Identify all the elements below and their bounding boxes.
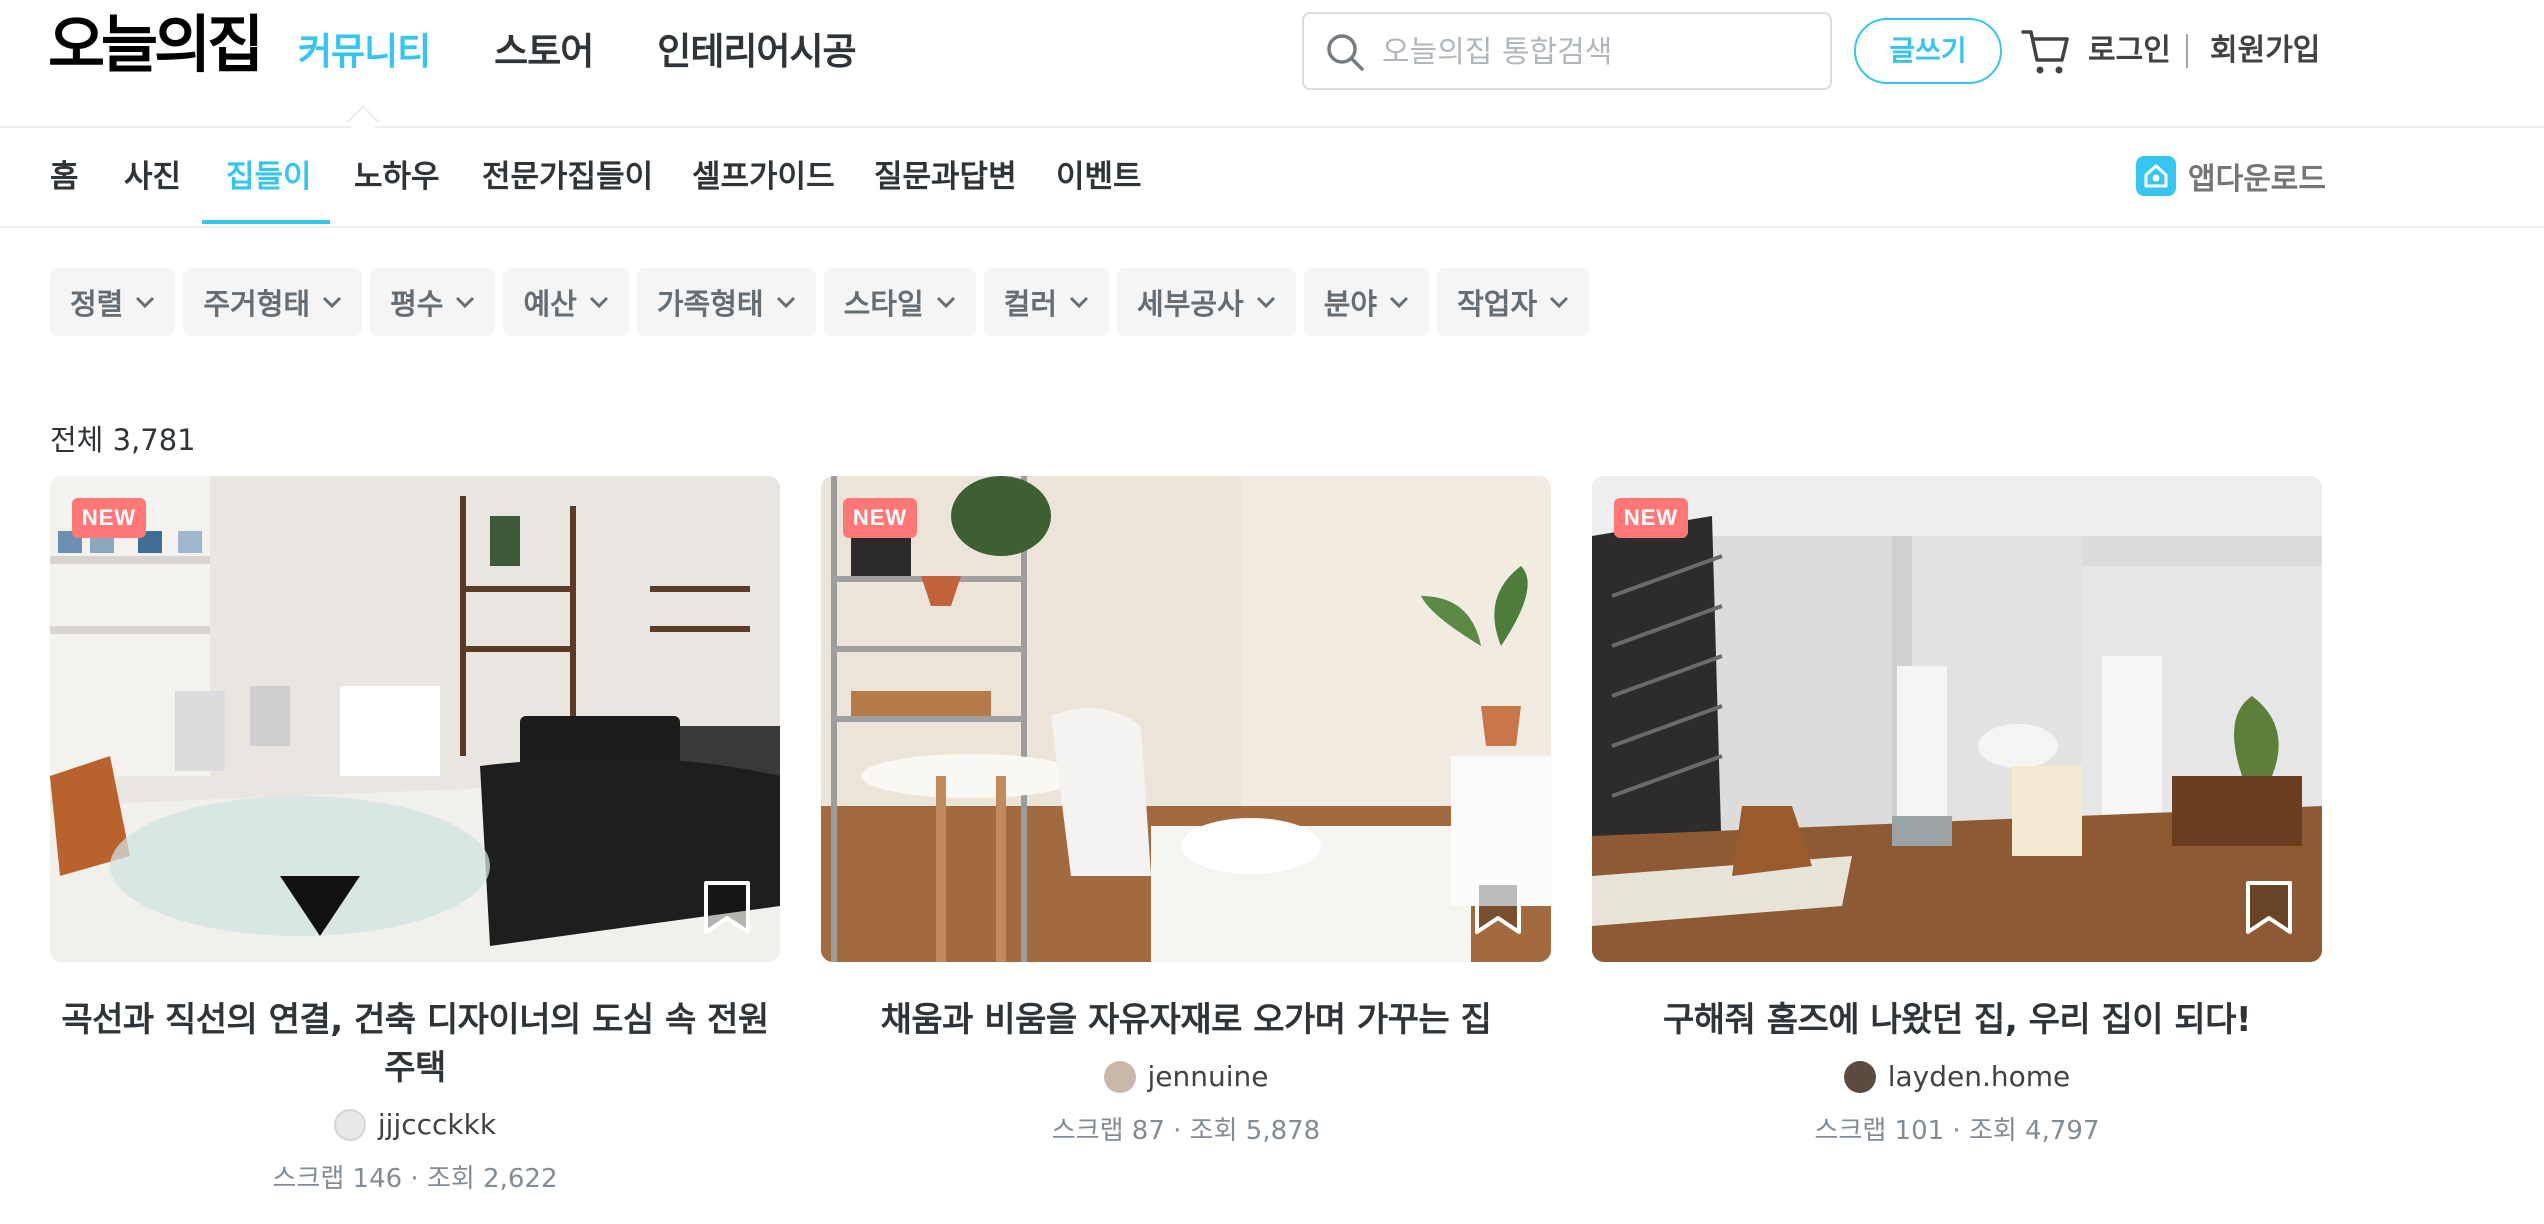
chevron-down-icon xyxy=(323,296,342,309)
brand-logo[interactable]: 오늘의집 xyxy=(48,8,264,82)
card-author[interactable]: jjjccckkk xyxy=(50,1108,780,1141)
filter-sort[interactable]: 정렬 xyxy=(50,268,176,336)
subnav-knowhow[interactable]: 노하우 xyxy=(354,128,440,226)
bedroom-photo xyxy=(821,476,1551,962)
avatar xyxy=(1843,1060,1876,1093)
subnav-home[interactable]: 홈 xyxy=(50,128,79,226)
bookmark-icon[interactable] xyxy=(1473,880,1523,936)
avatar xyxy=(1103,1060,1136,1093)
author-name: jennuine xyxy=(1147,1060,1269,1093)
subnav-active-underline xyxy=(202,220,330,224)
living-room-photo xyxy=(50,476,780,962)
card-title[interactable]: 곡선과 직선의 연결, 건축 디자이너의 도심 속 전원주택 xyxy=(50,996,780,1092)
chevron-down-icon xyxy=(589,296,608,309)
card-thumbnail[interactable]: NEW xyxy=(821,476,1551,962)
filter-budget[interactable]: 예산 xyxy=(503,268,629,336)
app-download-button[interactable]: 앱다운로드 xyxy=(2136,152,2326,200)
search-box xyxy=(1302,12,1832,90)
search-icon xyxy=(1327,34,1364,71)
author-name: jjjccckkk xyxy=(377,1108,497,1141)
total-count: 전체 3,781 xyxy=(50,423,196,457)
new-badge: NEW xyxy=(1614,498,1688,538)
chevron-down-icon xyxy=(936,296,955,309)
subnav-housewarming[interactable]: 집들이 xyxy=(226,128,312,226)
subnav-qna[interactable]: 질문과답변 xyxy=(874,128,1017,226)
new-badge: NEW xyxy=(72,498,146,538)
app-download-label: 앱다운로드 xyxy=(2188,162,2326,197)
filter-worker[interactable]: 작업자 xyxy=(1437,268,1590,336)
app-house-icon xyxy=(2136,156,2176,196)
card-stats: 스크랩 87 · 조회 5,878 xyxy=(1051,1116,1321,1146)
top-header: 오늘의집 커뮤니티 스토어 인테리어시공 글쓰기 로그인 회원가입 xyxy=(0,0,2544,128)
nav-community[interactable]: 커뮤니티 xyxy=(298,24,431,80)
subnav-self-guide[interactable]: 셀프가이드 xyxy=(692,128,835,226)
nav-store[interactable]: 스토어 xyxy=(494,24,594,80)
write-button[interactable]: 글쓰기 xyxy=(1854,18,2002,84)
search-input[interactable] xyxy=(1380,26,1814,78)
filter-detail-work[interactable]: 세부공사 xyxy=(1117,268,1296,336)
signup-link[interactable]: 회원가입 xyxy=(2210,26,2320,76)
bookmark-icon[interactable] xyxy=(2244,880,2294,936)
card-stats: 스크랩 146 · 조회 2,622 xyxy=(272,1164,558,1194)
chevron-down-icon xyxy=(136,296,155,309)
author-name: layden.home xyxy=(1887,1060,2071,1093)
bookmark-icon[interactable] xyxy=(702,880,752,936)
filter-field[interactable]: 분야 xyxy=(1303,268,1430,336)
chevron-down-icon xyxy=(456,296,475,309)
filter-color[interactable]: 컬러 xyxy=(983,268,1110,336)
subnav-photos[interactable]: 사진 xyxy=(124,128,181,226)
subnav-expert-housewarming[interactable]: 전문가집들이 xyxy=(482,128,653,226)
chevron-down-icon xyxy=(776,296,795,309)
card-author[interactable]: jennuine xyxy=(821,1060,1551,1093)
card-thumbnail[interactable]: NEW xyxy=(1592,476,2322,962)
new-badge: NEW xyxy=(843,498,917,538)
main-nav: 커뮤니티 스토어 인테리어시공 xyxy=(298,24,857,80)
hallway-photo xyxy=(1592,476,2322,962)
filter-style[interactable]: 스타일 xyxy=(823,268,976,336)
cart-icon[interactable] xyxy=(2020,24,2070,78)
chevron-down-icon xyxy=(1550,296,1569,309)
chevron-down-icon xyxy=(1256,296,1275,309)
header-divider xyxy=(2186,34,2188,68)
card-title[interactable]: 구해줘 홈즈에 나왔던 집, 우리 집이 되다! xyxy=(1592,996,2322,1044)
card-author[interactable]: layden.home xyxy=(1592,1060,2322,1093)
filter-size[interactable]: 평수 xyxy=(370,268,496,336)
avatar xyxy=(333,1108,366,1141)
subnav-events[interactable]: 이벤트 xyxy=(1056,128,1142,226)
filter-family-type[interactable]: 가족형태 xyxy=(636,268,816,336)
login-link[interactable]: 로그인 xyxy=(2088,26,2171,76)
card-thumbnail[interactable]: NEW xyxy=(50,476,780,962)
filter-housing-type[interactable]: 주거형태 xyxy=(183,268,363,336)
nav-interior-construction[interactable]: 인테리어시공 xyxy=(657,24,856,80)
chevron-down-icon xyxy=(1069,296,1089,309)
chevron-down-icon xyxy=(1390,296,1409,309)
card-stats: 스크랩 101 · 조회 4,797 xyxy=(1814,1116,2100,1146)
filter-bar: 정렬 주거형태 평수 예산 가족형태 스타일 컬러 세부공사 분야 작업자 xyxy=(50,268,1590,336)
card-title[interactable]: 채움과 비움을 자유자재로 오가며 가꾸는 집 xyxy=(821,996,1551,1044)
